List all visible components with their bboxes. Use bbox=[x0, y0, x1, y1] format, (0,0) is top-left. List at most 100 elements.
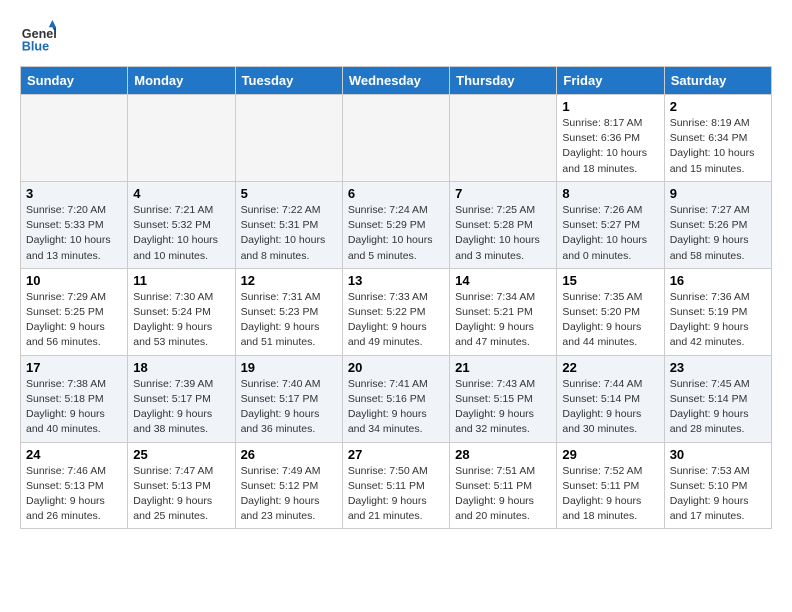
calendar-cell: 7 Sunrise: 7:25 AM Sunset: 5:28 PM Daylig… bbox=[450, 181, 557, 268]
week-row-5: 24 Sunrise: 7:46 AM Sunset: 5:13 PM Dayli… bbox=[21, 442, 772, 529]
day-info: Sunrise: 7:21 AM Sunset: 5:32 PM Dayligh… bbox=[133, 203, 229, 264]
day-number: 26 bbox=[241, 447, 337, 462]
day-info: Sunrise: 7:31 AM Sunset: 5:23 PM Dayligh… bbox=[241, 290, 337, 351]
day-number: 17 bbox=[26, 360, 122, 375]
calendar-cell: 12 Sunrise: 7:31 AM Sunset: 5:23 PM Dayli… bbox=[235, 268, 342, 355]
calendar-cell: 18 Sunrise: 7:39 AM Sunset: 5:17 PM Dayli… bbox=[128, 355, 235, 442]
calendar-cell: 22 Sunrise: 7:44 AM Sunset: 5:14 PM Dayli… bbox=[557, 355, 664, 442]
day-info: Sunrise: 7:24 AM Sunset: 5:29 PM Dayligh… bbox=[348, 203, 444, 264]
calendar-cell: 14Sunrise: 7:34 AM Sunset: 5:21 PM Dayli… bbox=[450, 268, 557, 355]
calendar-cell: 20Sunrise: 7:41 AM Sunset: 5:16 PM Dayli… bbox=[342, 355, 449, 442]
calendar-cell: 17 Sunrise: 7:38 AM Sunset: 5:18 PM Dayli… bbox=[21, 355, 128, 442]
calendar-cell bbox=[21, 95, 128, 182]
day-number: 18 bbox=[133, 360, 229, 375]
day-info: Sunrise: 7:26 AM Sunset: 5:27 PM Dayligh… bbox=[562, 203, 658, 264]
day-info: Sunrise: 8:17 AM Sunset: 6:36 PM Dayligh… bbox=[562, 116, 658, 177]
day-number: 28 bbox=[455, 447, 551, 462]
day-number: 20 bbox=[348, 360, 444, 375]
day-info: Sunrise: 7:36 AM Sunset: 5:19 PM Dayligh… bbox=[670, 290, 766, 351]
calendar-cell: 3 Sunrise: 7:20 AM Sunset: 5:33 PM Daylig… bbox=[21, 181, 128, 268]
day-info: Sunrise: 7:27 AM Sunset: 5:26 PM Dayligh… bbox=[670, 203, 766, 264]
day-info: Sunrise: 7:43 AM Sunset: 5:15 PM Dayligh… bbox=[455, 377, 551, 438]
calendar-cell: 9Sunrise: 7:27 AM Sunset: 5:26 PM Daylig… bbox=[664, 181, 771, 268]
header-friday: Friday bbox=[557, 67, 664, 95]
logo: General Blue bbox=[20, 20, 64, 56]
day-info: Sunrise: 7:44 AM Sunset: 5:14 PM Dayligh… bbox=[562, 377, 658, 438]
header-wednesday: Wednesday bbox=[342, 67, 449, 95]
calendar-cell bbox=[128, 95, 235, 182]
calendar-cell: 29 Sunrise: 7:52 AM Sunset: 5:11 PM Dayli… bbox=[557, 442, 664, 529]
calendar-cell: 8 Sunrise: 7:26 AM Sunset: 5:27 PM Daylig… bbox=[557, 181, 664, 268]
calendar-cell: 23 Sunrise: 7:45 AM Sunset: 5:14 PM Dayli… bbox=[664, 355, 771, 442]
calendar-cell: 5Sunrise: 7:22 AM Sunset: 5:31 PM Daylig… bbox=[235, 181, 342, 268]
calendar-cell: 26 Sunrise: 7:49 AM Sunset: 5:12 PM Dayli… bbox=[235, 442, 342, 529]
calendar-cell: 4 Sunrise: 7:21 AM Sunset: 5:32 PM Daylig… bbox=[128, 181, 235, 268]
calendar-cell: 19Sunrise: 7:40 AM Sunset: 5:17 PM Dayli… bbox=[235, 355, 342, 442]
day-number: 2 bbox=[670, 99, 766, 114]
day-number: 16 bbox=[670, 273, 766, 288]
day-number: 5 bbox=[241, 186, 337, 201]
day-number: 24 bbox=[26, 447, 122, 462]
calendar-cell bbox=[235, 95, 342, 182]
day-number: 23 bbox=[670, 360, 766, 375]
day-number: 11 bbox=[133, 273, 229, 288]
calendar-cell: 25 Sunrise: 7:47 AM Sunset: 5:13 PM Dayli… bbox=[128, 442, 235, 529]
day-number: 15 bbox=[562, 273, 658, 288]
calendar-cell: 6 Sunrise: 7:24 AM Sunset: 5:29 PM Daylig… bbox=[342, 181, 449, 268]
day-info: Sunrise: 7:20 AM Sunset: 5:33 PM Dayligh… bbox=[26, 203, 122, 264]
day-number: 13 bbox=[348, 273, 444, 288]
week-row-2: 3 Sunrise: 7:20 AM Sunset: 5:33 PM Daylig… bbox=[21, 181, 772, 268]
day-info: Sunrise: 7:51 AM Sunset: 5:11 PM Dayligh… bbox=[455, 464, 551, 525]
calendar-body: 1Sunrise: 8:17 AM Sunset: 6:36 PM Daylig… bbox=[21, 95, 772, 529]
header: General Blue bbox=[20, 20, 772, 56]
calendar-cell: 24 Sunrise: 7:46 AM Sunset: 5:13 PM Dayli… bbox=[21, 442, 128, 529]
day-number: 29 bbox=[562, 447, 658, 462]
day-info: Sunrise: 7:50 AM Sunset: 5:11 PM Dayligh… bbox=[348, 464, 444, 525]
day-number: 14 bbox=[455, 273, 551, 288]
week-row-1: 1Sunrise: 8:17 AM Sunset: 6:36 PM Daylig… bbox=[21, 95, 772, 182]
day-info: Sunrise: 7:29 AM Sunset: 5:25 PM Dayligh… bbox=[26, 290, 122, 351]
day-number: 30 bbox=[670, 447, 766, 462]
calendar-cell: 13Sunrise: 7:33 AM Sunset: 5:22 PM Dayli… bbox=[342, 268, 449, 355]
day-info: Sunrise: 7:25 AM Sunset: 5:28 PM Dayligh… bbox=[455, 203, 551, 264]
day-number: 3 bbox=[26, 186, 122, 201]
calendar-cell: 2 Sunrise: 8:19 AM Sunset: 6:34 PM Daylig… bbox=[664, 95, 771, 182]
day-info: Sunrise: 7:53 AM Sunset: 5:10 PM Dayligh… bbox=[670, 464, 766, 525]
calendar-header-row: SundayMondayTuesdayWednesdayThursdayFrid… bbox=[21, 67, 772, 95]
day-number: 8 bbox=[562, 186, 658, 201]
calendar-table: SundayMondayTuesdayWednesdayThursdayFrid… bbox=[20, 66, 772, 529]
day-number: 6 bbox=[348, 186, 444, 201]
calendar-cell: 27 Sunrise: 7:50 AM Sunset: 5:11 PM Dayli… bbox=[342, 442, 449, 529]
day-number: 7 bbox=[455, 186, 551, 201]
calendar-cell: 1Sunrise: 8:17 AM Sunset: 6:36 PM Daylig… bbox=[557, 95, 664, 182]
week-row-4: 17 Sunrise: 7:38 AM Sunset: 5:18 PM Dayli… bbox=[21, 355, 772, 442]
calendar-cell: 21 Sunrise: 7:43 AM Sunset: 5:15 PM Dayli… bbox=[450, 355, 557, 442]
day-info: Sunrise: 8:19 AM Sunset: 6:34 PM Dayligh… bbox=[670, 116, 766, 177]
day-info: Sunrise: 7:40 AM Sunset: 5:17 PM Dayligh… bbox=[241, 377, 337, 438]
day-number: 21 bbox=[455, 360, 551, 375]
day-number: 12 bbox=[241, 273, 337, 288]
calendar-cell: 10 Sunrise: 7:29 AM Sunset: 5:25 PM Dayli… bbox=[21, 268, 128, 355]
header-tuesday: Tuesday bbox=[235, 67, 342, 95]
day-info: Sunrise: 7:49 AM Sunset: 5:12 PM Dayligh… bbox=[241, 464, 337, 525]
day-info: Sunrise: 7:46 AM Sunset: 5:13 PM Dayligh… bbox=[26, 464, 122, 525]
calendar-cell: 11 Sunrise: 7:30 AM Sunset: 5:24 PM Dayli… bbox=[128, 268, 235, 355]
day-number: 10 bbox=[26, 273, 122, 288]
day-info: Sunrise: 7:35 AM Sunset: 5:20 PM Dayligh… bbox=[562, 290, 658, 351]
header-thursday: Thursday bbox=[450, 67, 557, 95]
day-info: Sunrise: 7:45 AM Sunset: 5:14 PM Dayligh… bbox=[670, 377, 766, 438]
day-number: 25 bbox=[133, 447, 229, 462]
header-saturday: Saturday bbox=[664, 67, 771, 95]
svg-text:Blue: Blue bbox=[22, 40, 49, 54]
day-number: 22 bbox=[562, 360, 658, 375]
calendar-cell bbox=[342, 95, 449, 182]
logo-icon: General Blue bbox=[20, 20, 56, 56]
day-info: Sunrise: 7:47 AM Sunset: 5:13 PM Dayligh… bbox=[133, 464, 229, 525]
day-info: Sunrise: 7:38 AM Sunset: 5:18 PM Dayligh… bbox=[26, 377, 122, 438]
day-info: Sunrise: 7:39 AM Sunset: 5:17 PM Dayligh… bbox=[133, 377, 229, 438]
day-number: 27 bbox=[348, 447, 444, 462]
day-number: 4 bbox=[133, 186, 229, 201]
day-info: Sunrise: 7:52 AM Sunset: 5:11 PM Dayligh… bbox=[562, 464, 658, 525]
day-info: Sunrise: 7:30 AM Sunset: 5:24 PM Dayligh… bbox=[133, 290, 229, 351]
calendar-cell: 30 Sunrise: 7:53 AM Sunset: 5:10 PM Dayli… bbox=[664, 442, 771, 529]
